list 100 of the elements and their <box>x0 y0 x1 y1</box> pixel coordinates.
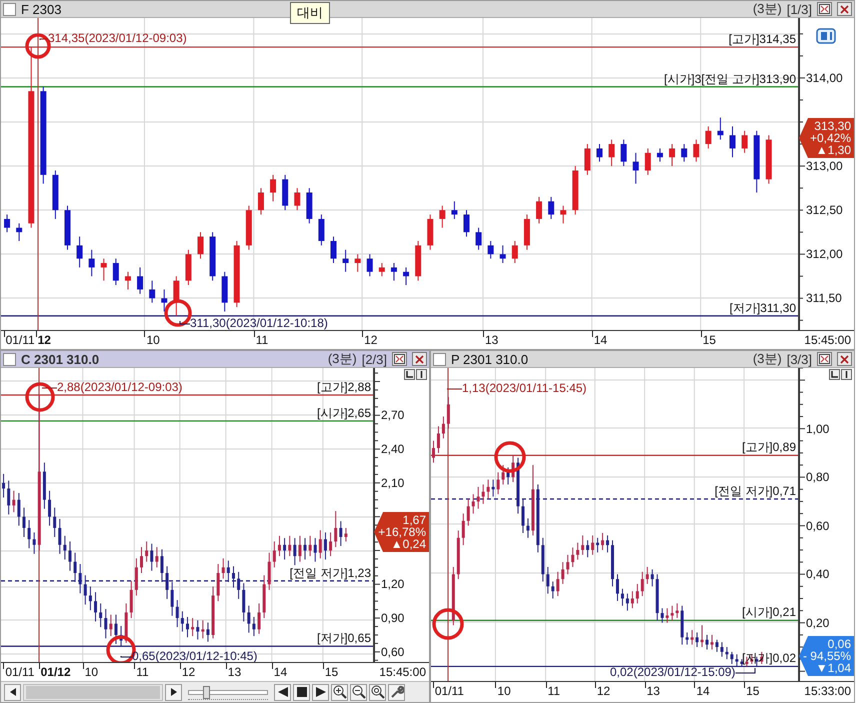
scale-button[interactable] <box>841 369 852 380</box>
marker-label: 2,88(2023/01/12-09:03) <box>57 381 182 394</box>
zoom-auto-button[interactable] <box>369 684 386 700</box>
panel-title: P 2301 310.0 <box>451 352 528 366</box>
candlestick <box>566 554 570 575</box>
maximize-button[interactable] <box>817 2 832 16</box>
time-label: 01/11 <box>432 682 464 700</box>
zoom-in-button[interactable] <box>331 684 348 700</box>
price-change: ▲0,24 <box>390 538 426 550</box>
candlestick <box>608 139 615 167</box>
candlestick <box>546 566 550 594</box>
candlestick <box>298 535 302 562</box>
candlestick <box>476 227 482 250</box>
candlestick <box>140 546 144 574</box>
candlestick <box>272 540 276 568</box>
scrollbar-thumb[interactable] <box>26 686 160 698</box>
candlestick <box>191 618 194 637</box>
axis-label: 2,10 <box>381 476 404 490</box>
candlestick <box>666 608 669 624</box>
current-price: 313,30 <box>813 120 851 132</box>
zoom-out-button[interactable] <box>350 684 367 700</box>
candlestick <box>378 262 385 277</box>
settings-button[interactable] <box>388 684 405 700</box>
candlestick <box>16 222 22 242</box>
candlestick <box>551 581 554 600</box>
scale-button[interactable] <box>416 369 427 380</box>
candlestick <box>439 205 446 228</box>
candlestick <box>500 244 506 264</box>
time-label: 11 <box>546 682 560 700</box>
candlestick <box>690 630 694 646</box>
candlestick <box>486 479 490 500</box>
candlestick <box>22 507 26 538</box>
candlestick <box>488 240 494 260</box>
candlestick <box>161 288 168 312</box>
axis-label: 0,80 <box>806 470 830 484</box>
candlestick <box>318 214 324 246</box>
checkbox[interactable] <box>433 352 446 366</box>
slider-thumb[interactable] <box>202 686 210 698</box>
close-icon <box>415 354 424 364</box>
leader-line <box>120 656 132 658</box>
candlestick <box>710 634 714 650</box>
candlestick <box>446 396 450 430</box>
time-label: 13 <box>644 682 660 700</box>
axis-label: 0,20 <box>806 616 830 630</box>
time-label: 14 <box>694 682 710 700</box>
maximize-button[interactable] <box>817 352 832 366</box>
axis-label: 1,20 <box>381 577 404 592</box>
close-button[interactable] <box>837 352 852 366</box>
stop-button[interactable] <box>293 684 310 700</box>
panel-title: C 2301 310.0 <box>21 352 100 366</box>
candlestick <box>247 605 250 634</box>
close-button[interactable] <box>837 2 852 16</box>
axis-label: 1,00 <box>806 422 830 436</box>
change-percent: - 94,55% <box>802 650 851 662</box>
candlestick <box>606 534 610 553</box>
close-button[interactable] <box>412 352 427 366</box>
corner-icon <box>831 371 838 378</box>
leader-line <box>446 388 462 390</box>
candlestick <box>216 564 220 602</box>
candlestick <box>696 632 699 648</box>
candlestick <box>258 188 264 216</box>
candlestick <box>109 614 112 637</box>
scale-button[interactable] <box>404 369 415 380</box>
time-label: 13 <box>483 331 498 349</box>
checkbox[interactable] <box>3 2 16 16</box>
chart-interval: (3분) <box>328 350 357 368</box>
candlestick <box>63 535 66 560</box>
triangle-right-icon <box>316 687 326 697</box>
leader-line <box>734 668 756 674</box>
candlestick <box>104 608 108 639</box>
axis-label: 0,60 <box>806 518 830 533</box>
horizontal-scrollbar[interactable] <box>23 684 163 700</box>
time-label: 15:45:00 <box>379 664 426 681</box>
candlestick <box>686 632 689 646</box>
close-icon <box>840 4 849 14</box>
price-change: ▲1,30 <box>816 144 851 156</box>
candlestick <box>294 188 300 211</box>
candlestick <box>252 616 256 637</box>
candlestick <box>571 547 574 568</box>
scroll-left-button[interactable] <box>4 684 21 700</box>
candlestick <box>334 510 338 548</box>
next-button[interactable] <box>312 684 329 700</box>
time-label: 13 <box>226 663 242 681</box>
previous-button[interactable] <box>274 684 291 700</box>
scale-button[interactable] <box>829 369 840 380</box>
candlestick <box>646 566 649 584</box>
triangle-right-icon <box>170 688 176 696</box>
time-label: 10 <box>495 682 511 700</box>
leader-line <box>180 320 190 324</box>
panel-page-indicator: [1/3] <box>786 2 812 16</box>
checkbox[interactable] <box>3 352 16 366</box>
candlestick <box>12 490 16 513</box>
scroll-right-button[interactable] <box>165 684 182 700</box>
axis-label: 0,60 <box>381 644 404 659</box>
level-label: [고가]0,89 <box>742 441 796 454</box>
maximize-button[interactable] <box>392 352 407 366</box>
candlestick <box>640 571 644 597</box>
candlestick <box>725 646 728 660</box>
candlestick <box>632 152 639 184</box>
zoom-slider[interactable] <box>188 684 268 700</box>
